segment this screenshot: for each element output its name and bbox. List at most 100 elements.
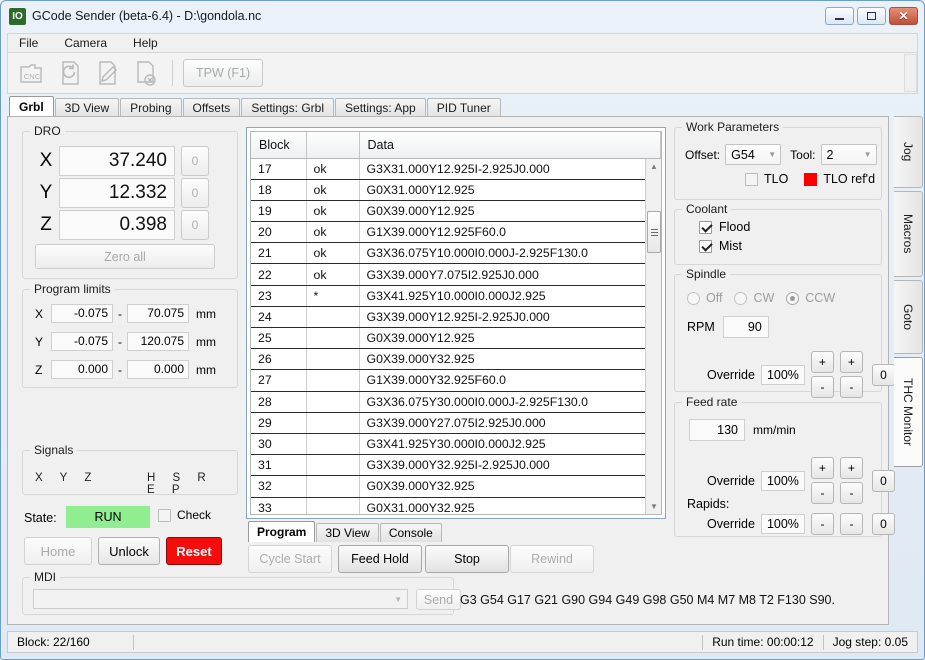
- table-row[interactable]: 20 ok G1X39.000Y12.925F60.0: [251, 221, 661, 244]
- feed-override-reset[interactable]: 0: [871, 469, 895, 492]
- table-row[interactable]: 21 ok G3X36.075Y10.000I0.000J-2.925F130.0: [251, 242, 661, 265]
- zero-all-button[interactable]: Zero all: [35, 244, 215, 269]
- feed-rate-input[interactable]: 130: [689, 419, 745, 441]
- dro-zero-button-y[interactable]: 0: [181, 178, 209, 208]
- close-button[interactable]: ✕: [889, 7, 918, 25]
- table-row[interactable]: 29 G3X39.000Y27.075I2.925J0.000: [251, 412, 661, 434]
- rapids-override-minus-coarse[interactable]: -: [810, 513, 834, 535]
- mdi-send-button[interactable]: Send: [416, 589, 461, 610]
- side-tab-thc-monitor[interactable]: THC Monitor: [894, 357, 923, 467]
- spindle-override-reset[interactable]: 0: [871, 363, 895, 386]
- edit-file-button[interactable]: [90, 55, 126, 91]
- column-header-data[interactable]: Data: [359, 132, 661, 159]
- menu-item-help[interactable]: Help: [130, 35, 161, 51]
- tab-grbl[interactable]: Grbl: [9, 96, 54, 117]
- maximize-button[interactable]: [857, 7, 886, 25]
- program-tab-console[interactable]: Console: [379, 523, 442, 542]
- reload-file-button[interactable]: [52, 55, 88, 91]
- check-mode-checkbox[interactable]: [158, 508, 171, 522]
- status-cell: ok: [306, 179, 360, 201]
- spindle-override-minus-coarse[interactable]: -: [810, 376, 834, 398]
- block-cell: 27: [251, 369, 307, 392]
- rapids-override-reset[interactable]: 0: [871, 513, 895, 535]
- dro-zero-button-x[interactable]: 0: [181, 146, 209, 176]
- table-row[interactable]: 30 G3X41.925Y30.000I0.000J2.925: [251, 433, 661, 456]
- cycle-start-button[interactable]: Cycle Start: [248, 545, 332, 573]
- toolbar-scrollbar[interactable]: [904, 54, 917, 92]
- table-row[interactable]: 32 G0X39.000Y32.925: [251, 475, 661, 498]
- feed-override-minus-fine[interactable]: -: [839, 482, 863, 504]
- scroll-down-icon[interactable]: ▼: [646, 499, 661, 514]
- home-button[interactable]: Home: [24, 537, 92, 565]
- unlock-button[interactable]: Unlock: [98, 537, 160, 565]
- offset-select[interactable]: G54 ▼: [725, 144, 782, 165]
- menu-item-camera[interactable]: Camera: [61, 35, 110, 51]
- table-row[interactable]: 22 ok G3X39.000Y7.075I2.925J0.000: [251, 263, 661, 286]
- table-row[interactable]: 28 G3X36.075Y30.000I0.000J-2.925F130.0: [251, 391, 661, 413]
- program-limits-row-y: Y -0.075 - 120.075 mm: [35, 332, 216, 351]
- table-row[interactable]: 25 G0X39.000Y12.925: [251, 327, 661, 350]
- spindle-override-minus-fine[interactable]: -: [839, 376, 863, 398]
- table-row[interactable]: 17 ok G3X31.000Y12.925I-2.925J0.000: [251, 158, 661, 180]
- table-row[interactable]: 19 ok G0X39.000Y12.925: [251, 200, 661, 223]
- tab-probing[interactable]: Probing: [120, 98, 182, 117]
- reset-button[interactable]: Reset: [166, 537, 222, 565]
- dro-value-y[interactable]: 12.332: [59, 178, 175, 208]
- rpm-input[interactable]: 90: [722, 316, 769, 338]
- scroll-up-icon[interactable]: ▲: [646, 159, 661, 174]
- coolant-mist-toggle[interactable]: Mist: [699, 239, 742, 253]
- tab-settings-grbl[interactable]: Settings: Grbl: [241, 98, 335, 117]
- side-tab-jog[interactable]: Jog: [894, 116, 923, 188]
- column-header-block[interactable]: Block: [251, 132, 307, 159]
- side-tab-goto[interactable]: Goto: [894, 280, 923, 354]
- spindle-ccw-radio[interactable]: [786, 291, 800, 305]
- table-row[interactable]: 23 * G3X41.925Y10.000I0.000J2.925: [251, 285, 661, 307]
- tpw-button[interactable]: TPW (F1): [183, 59, 264, 87]
- table-row[interactable]: 26 G0X39.000Y32.925: [251, 348, 661, 371]
- spindle-override-plus-fine[interactable]: +: [839, 351, 863, 373]
- dro-zero-button-z[interactable]: 0: [181, 210, 209, 240]
- mdi-input[interactable]: ▼: [33, 589, 408, 609]
- table-row[interactable]: 33 G0X31.000Y32.925: [251, 497, 661, 514]
- tab-settings-app[interactable]: Settings: App: [335, 98, 426, 117]
- rapids-override-minus-fine[interactable]: -: [839, 513, 863, 535]
- side-tab-macros[interactable]: Macros: [894, 191, 923, 277]
- minimize-button[interactable]: [825, 7, 854, 25]
- mist-checkbox[interactable]: [699, 239, 712, 253]
- rewind-button[interactable]: Rewind: [510, 545, 594, 573]
- close-file-button[interactable]: [128, 55, 164, 91]
- tab-3d-view[interactable]: 3D View: [54, 98, 120, 117]
- table-row[interactable]: 27 G1X39.000Y32.925F60.0: [251, 369, 661, 392]
- table-row[interactable]: 18 ok G0X31.000Y12.925: [251, 179, 661, 201]
- spindle-override-plus-coarse[interactable]: +: [810, 351, 834, 373]
- spindle-off-radio[interactable]: [687, 291, 700, 305]
- tool-select[interactable]: 2 ▼: [820, 144, 877, 165]
- feed-rate-value-row: 130 mm/min: [689, 419, 796, 441]
- tab-pid-tuner[interactable]: PID Tuner: [426, 98, 501, 117]
- feed-override-plus-fine[interactable]: +: [839, 457, 863, 479]
- spindle-cw-radio[interactable]: [734, 291, 748, 305]
- tlo-checkbox[interactable]: [745, 172, 758, 186]
- check-mode-toggle[interactable]: Check: [158, 508, 211, 522]
- work-parameters-group: Work Parameters Offset: G54 ▼ Tool: 2 ▼ …: [674, 120, 882, 200]
- feed-override-plus-coarse[interactable]: +: [810, 457, 834, 479]
- program-tab-program[interactable]: Program: [248, 521, 316, 542]
- program-tab-3d-view[interactable]: 3D View: [316, 523, 379, 542]
- scrollbar-thumb[interactable]: [647, 211, 661, 253]
- feed-override-minus-coarse[interactable]: -: [810, 482, 834, 504]
- program-tab-strip: Program 3D View Console: [248, 521, 443, 542]
- open-cnc-file-button[interactable]: CNC: [14, 55, 50, 91]
- table-row[interactable]: 24 G3X39.000Y12.925I-2.925J0.000: [251, 306, 661, 329]
- dro-value-x[interactable]: 37.240: [59, 146, 175, 176]
- table-row[interactable]: 31 G3X39.000Y32.925I-2.925J0.000: [251, 454, 661, 477]
- dro-value-z[interactable]: 0.398: [59, 210, 175, 240]
- flood-checkbox[interactable]: [699, 220, 712, 234]
- feed-rate-unit: mm/min: [753, 423, 796, 437]
- coolant-flood-toggle[interactable]: Flood: [699, 220, 750, 234]
- tab-offsets[interactable]: Offsets: [182, 98, 241, 117]
- stop-button[interactable]: Stop: [425, 545, 509, 573]
- column-header-status[interactable]: [306, 132, 360, 159]
- feed-hold-button[interactable]: Feed Hold: [338, 545, 422, 573]
- program-grid-scrollbar[interactable]: ▲ ▼: [645, 159, 661, 514]
- menu-item-file[interactable]: File: [16, 35, 41, 51]
